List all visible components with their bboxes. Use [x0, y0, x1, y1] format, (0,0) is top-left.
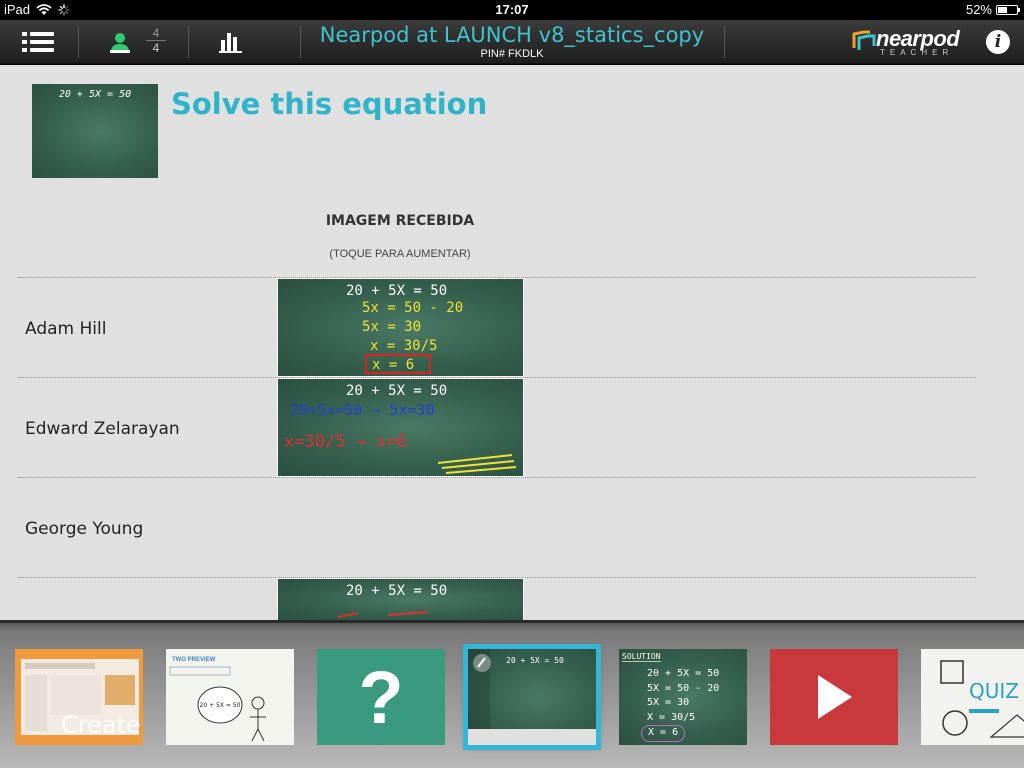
slide-preview[interactable]: TWO PREVIEW 20 + 5X = 50 — [166, 649, 294, 745]
bar-chart-icon[interactable] — [218, 30, 244, 54]
logo-subtitle: TEACHER — [880, 48, 954, 57]
column-title: IMAGEM RECEBIDA — [325, 213, 475, 229]
column-hint: (TOQUE PARA AUMENTAR) — [329, 248, 471, 260]
answer-line: 5x = 50 - 20 — [362, 300, 463, 316]
slide-quiz[interactable]: QUIZ — [921, 649, 1024, 745]
solution-line: X = 6 — [641, 725, 686, 742]
student-icon[interactable] — [108, 30, 132, 54]
play-icon — [818, 675, 852, 719]
info-button[interactable]: i — [986, 30, 1010, 54]
slide-tray: Create TWO PREVIEW 20 + 5X = 50 ? 20 + 5… — [0, 620, 1024, 768]
slide-video[interactable] — [770, 649, 898, 745]
top-toolbar: 4 4 Nearpod at LAUNCH v8_statics_copy PI… — [0, 20, 1024, 64]
slide-open-question[interactable]: ? — [317, 649, 445, 745]
presentation-title: Nearpod at LAUNCH v8_statics_copy — [319, 23, 705, 47]
menu-list-button[interactable] — [22, 32, 54, 52]
response-image[interactable]: 20 + 5X = 50 20+5x=50 ⇒ 5x=30 x=30/5 ⇒ x… — [277, 378, 524, 477]
solution-line: 5X = 30 — [647, 697, 690, 708]
answer-line: x = 6 — [372, 357, 414, 373]
row-divider — [18, 477, 976, 478]
status-bar: iPad 17:07 52% — [0, 0, 1024, 20]
answer-line: 20 + 5X = 50 — [346, 383, 447, 399]
response-image[interactable]: 20 + 5X = 50 — [277, 578, 524, 620]
preview-equation: 20 + 5X = 50 — [200, 702, 241, 709]
thumbnail-equation: 20 + 5X = 50 — [58, 89, 132, 100]
nearpod-logo-mark-icon — [852, 30, 876, 50]
slide-create[interactable]: Create — [15, 649, 143, 745]
answer-line: 20+5x=50 ⇒ 5x=30 — [290, 401, 435, 419]
solution-lines: 20 + 5X = 50 5X = 50 - 20 5X = 30 X = 30… — [641, 667, 720, 742]
question-mark-icon: ? — [358, 656, 404, 739]
student-count: 4 4 — [146, 26, 166, 55]
answer-line: x=30/5 ⇒ x=6 — [284, 432, 407, 452]
question-title: Solve this equation — [171, 87, 488, 121]
question-thumbnail[interactable]: 20 + 5X = 50 — [32, 84, 158, 178]
student-name: Edward Zelarayan — [25, 419, 180, 439]
solution-heading: SOLUTION — [622, 652, 661, 662]
session-pin: PIN# FKDLK — [480, 48, 544, 60]
student-name: George Young — [25, 519, 144, 539]
student-name: Adam Hill — [25, 319, 107, 339]
response-image[interactable]: 20 + 5X = 50 5x = 50 - 20 5x = 30 x = 30… — [277, 278, 524, 377]
clock: 17:07 — [495, 2, 529, 17]
answer-line: 5x = 30 — [362, 319, 421, 335]
presentation-title-block: Nearpod at LAUNCH v8_statics_copy PIN# F… — [300, 20, 724, 64]
draw-equation: 20 + 5X = 50 — [506, 656, 564, 665]
create-label: Create — [61, 711, 141, 739]
battery-icon — [996, 4, 1020, 15]
solution-line: 5X = 50 - 20 — [647, 682, 720, 694]
responses-panel: 20 + 5X = 50 Solve this equation IMAGEM … — [0, 65, 1024, 620]
solution-line: X = 30/5 — [647, 711, 696, 723]
battery-percent: 52% — [965, 2, 992, 17]
students-connected: 4 — [146, 26, 166, 41]
quiz-label: QUIZ — [969, 679, 1019, 703]
solution-line: 20 + 5X = 50 — [647, 668, 720, 679]
answer-line: x = 30/5 — [370, 338, 437, 354]
answer-line: 20 + 5X = 50 — [346, 583, 447, 599]
slide-solution[interactable]: SOLUTION 20 + 5X = 50 5X = 50 - 20 5X = … — [619, 649, 747, 745]
answer-line: 20 + 5X = 50 — [346, 283, 447, 299]
students-total: 4 — [152, 41, 160, 55]
nearpod-logo: nearpod TEACHER — [850, 26, 965, 58]
slide-draw-it-active[interactable]: 20 + 5X = 50 — [463, 644, 601, 750]
